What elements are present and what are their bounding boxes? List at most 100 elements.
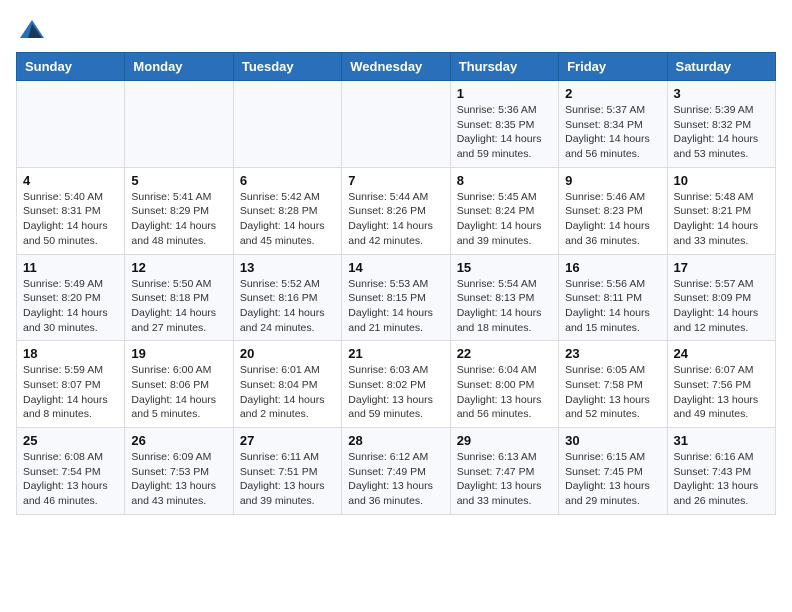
day-info: Sunrise: 5:41 AM Sunset: 8:29 PM Dayligh… <box>131 190 226 249</box>
day-info: Sunrise: 6:13 AM Sunset: 7:47 PM Dayligh… <box>457 450 552 509</box>
day-info: Sunrise: 6:09 AM Sunset: 7:53 PM Dayligh… <box>131 450 226 509</box>
weekday-header-tuesday: Tuesday <box>233 53 341 81</box>
calendar-cell: 6 Sunrise: 5:42 AM Sunset: 8:28 PM Daylig… <box>233 167 341 254</box>
day-info: Sunrise: 5:54 AM Sunset: 8:13 PM Dayligh… <box>457 277 552 336</box>
day-info: Sunrise: 5:44 AM Sunset: 8:26 PM Dayligh… <box>348 190 443 249</box>
day-info: Sunrise: 5:42 AM Sunset: 8:28 PM Dayligh… <box>240 190 335 249</box>
day-number: 7 <box>348 173 443 188</box>
day-number: 30 <box>565 433 660 448</box>
day-number: 19 <box>131 346 226 361</box>
day-info: Sunrise: 6:05 AM Sunset: 7:58 PM Dayligh… <box>565 363 660 422</box>
day-number: 23 <box>565 346 660 361</box>
day-number: 21 <box>348 346 443 361</box>
day-number: 25 <box>23 433 118 448</box>
day-number: 16 <box>565 260 660 275</box>
calendar-cell: 4 Sunrise: 5:40 AM Sunset: 8:31 PM Daylig… <box>17 167 125 254</box>
day-number: 8 <box>457 173 552 188</box>
day-number: 11 <box>23 260 118 275</box>
calendar-cell: 25 Sunrise: 6:08 AM Sunset: 7:54 PM Dayli… <box>17 428 125 515</box>
calendar-cell: 30Sunrise: 6:15 AM Sunset: 7:45 PM Dayli… <box>559 428 667 515</box>
day-info: Sunrise: 5:57 AM Sunset: 8:09 PM Dayligh… <box>674 277 769 336</box>
day-number: 9 <box>565 173 660 188</box>
calendar-cell: 21Sunrise: 6:03 AM Sunset: 8:02 PM Dayli… <box>342 341 450 428</box>
day-number: 26 <box>131 433 226 448</box>
day-number: 5 <box>131 173 226 188</box>
day-info: Sunrise: 6:01 AM Sunset: 8:04 PM Dayligh… <box>240 363 335 422</box>
calendar-cell: 24 Sunrise: 6:07 AM Sunset: 7:56 PM Dayli… <box>667 341 775 428</box>
day-number: 27 <box>240 433 335 448</box>
calendar-cell: 31 Sunrise: 6:16 AM Sunset: 7:43 PM Dayli… <box>667 428 775 515</box>
day-info: Sunrise: 5:53 AM Sunset: 8:15 PM Dayligh… <box>348 277 443 336</box>
day-number: 20 <box>240 346 335 361</box>
calendar-cell: 3 Sunrise: 5:39 AM Sunset: 8:32 PM Daylig… <box>667 81 775 168</box>
day-info: Sunrise: 6:11 AM Sunset: 7:51 PM Dayligh… <box>240 450 335 509</box>
calendar-week-2: 4 Sunrise: 5:40 AM Sunset: 8:31 PM Daylig… <box>17 167 776 254</box>
day-number: 22 <box>457 346 552 361</box>
calendar-cell: 2 Sunrise: 5:37 AM Sunset: 8:34 PM Daylig… <box>559 81 667 168</box>
day-info: Sunrise: 5:37 AM Sunset: 8:34 PM Dayligh… <box>565 103 660 162</box>
calendar-cell: 14Sunrise: 5:53 AM Sunset: 8:15 PM Dayli… <box>342 254 450 341</box>
calendar-cell: 17 Sunrise: 5:57 AM Sunset: 8:09 PM Dayli… <box>667 254 775 341</box>
logo-icon <box>18 16 46 44</box>
calendar-week-4: 18 Sunrise: 5:59 AM Sunset: 8:07 PM Dayli… <box>17 341 776 428</box>
day-number: 10 <box>674 173 769 188</box>
calendar-cell: 5 Sunrise: 5:41 AM Sunset: 8:29 PM Daylig… <box>125 167 233 254</box>
calendar-cell: 23 Sunrise: 6:05 AM Sunset: 7:58 PM Dayli… <box>559 341 667 428</box>
calendar-cell: 13Sunrise: 5:52 AM Sunset: 8:16 PM Dayli… <box>233 254 341 341</box>
calendar-week-1: 1 Sunrise: 5:36 AM Sunset: 8:35 PM Daylig… <box>17 81 776 168</box>
day-info: Sunrise: 5:40 AM Sunset: 8:31 PM Dayligh… <box>23 190 118 249</box>
calendar-cell <box>342 81 450 168</box>
day-info: Sunrise: 5:36 AM Sunset: 8:35 PM Dayligh… <box>457 103 552 162</box>
weekday-header-friday: Friday <box>559 53 667 81</box>
calendar-cell: 1 Sunrise: 5:36 AM Sunset: 8:35 PM Daylig… <box>450 81 558 168</box>
weekday-header-thursday: Thursday <box>450 53 558 81</box>
day-number: 31 <box>674 433 769 448</box>
day-info: Sunrise: 5:39 AM Sunset: 8:32 PM Dayligh… <box>674 103 769 162</box>
weekday-header-wednesday: Wednesday <box>342 53 450 81</box>
day-number: 3 <box>674 86 769 101</box>
day-info: Sunrise: 6:08 AM Sunset: 7:54 PM Dayligh… <box>23 450 118 509</box>
day-number: 13 <box>240 260 335 275</box>
calendar-cell: 16 Sunrise: 5:56 AM Sunset: 8:11 PM Dayli… <box>559 254 667 341</box>
day-number: 2 <box>565 86 660 101</box>
day-info: Sunrise: 6:16 AM Sunset: 7:43 PM Dayligh… <box>674 450 769 509</box>
day-info: Sunrise: 6:00 AM Sunset: 8:06 PM Dayligh… <box>131 363 226 422</box>
day-number: 4 <box>23 173 118 188</box>
calendar-table: SundayMondayTuesdayWednesdayThursdayFrid… <box>16 52 776 515</box>
day-info: Sunrise: 6:04 AM Sunset: 8:00 PM Dayligh… <box>457 363 552 422</box>
calendar-cell <box>17 81 125 168</box>
weekday-header-saturday: Saturday <box>667 53 775 81</box>
day-number: 1 <box>457 86 552 101</box>
day-number: 17 <box>674 260 769 275</box>
calendar-week-5: 25 Sunrise: 6:08 AM Sunset: 7:54 PM Dayli… <box>17 428 776 515</box>
day-number: 24 <box>674 346 769 361</box>
calendar-cell: 9 Sunrise: 5:46 AM Sunset: 8:23 PM Daylig… <box>559 167 667 254</box>
calendar-cell: 22 Sunrise: 6:04 AM Sunset: 8:00 PM Dayli… <box>450 341 558 428</box>
calendar-cell: 15Sunrise: 5:54 AM Sunset: 8:13 PM Dayli… <box>450 254 558 341</box>
calendar-week-3: 11 Sunrise: 5:49 AM Sunset: 8:20 PM Dayli… <box>17 254 776 341</box>
calendar-cell: 11 Sunrise: 5:49 AM Sunset: 8:20 PM Dayli… <box>17 254 125 341</box>
day-info: Sunrise: 6:12 AM Sunset: 7:49 PM Dayligh… <box>348 450 443 509</box>
day-number: 29 <box>457 433 552 448</box>
calendar-cell: 19 Sunrise: 6:00 AM Sunset: 8:06 PM Dayli… <box>125 341 233 428</box>
calendar-cell: 18 Sunrise: 5:59 AM Sunset: 8:07 PM Dayli… <box>17 341 125 428</box>
day-info: Sunrise: 5:56 AM Sunset: 8:11 PM Dayligh… <box>565 277 660 336</box>
day-number: 28 <box>348 433 443 448</box>
calendar-cell: 28 Sunrise: 6:12 AM Sunset: 7:49 PM Dayli… <box>342 428 450 515</box>
calendar-cell: 26 Sunrise: 6:09 AM Sunset: 7:53 PM Dayli… <box>125 428 233 515</box>
day-number: 6 <box>240 173 335 188</box>
calendar-cell <box>233 81 341 168</box>
day-number: 18 <box>23 346 118 361</box>
weekday-header-monday: Monday <box>125 53 233 81</box>
calendar-cell: 10Sunrise: 5:48 AM Sunset: 8:21 PM Dayli… <box>667 167 775 254</box>
day-info: Sunrise: 5:49 AM Sunset: 8:20 PM Dayligh… <box>23 277 118 336</box>
day-info: Sunrise: 5:46 AM Sunset: 8:23 PM Dayligh… <box>565 190 660 249</box>
calendar-cell: 12Sunrise: 5:50 AM Sunset: 8:18 PM Dayli… <box>125 254 233 341</box>
day-info: Sunrise: 5:59 AM Sunset: 8:07 PM Dayligh… <box>23 363 118 422</box>
calendar-cell <box>125 81 233 168</box>
calendar-cell: 27 Sunrise: 6:11 AM Sunset: 7:51 PM Dayli… <box>233 428 341 515</box>
day-info: Sunrise: 6:07 AM Sunset: 7:56 PM Dayligh… <box>674 363 769 422</box>
day-number: 12 <box>131 260 226 275</box>
day-info: Sunrise: 5:45 AM Sunset: 8:24 PM Dayligh… <box>457 190 552 249</box>
logo <box>16 16 46 40</box>
